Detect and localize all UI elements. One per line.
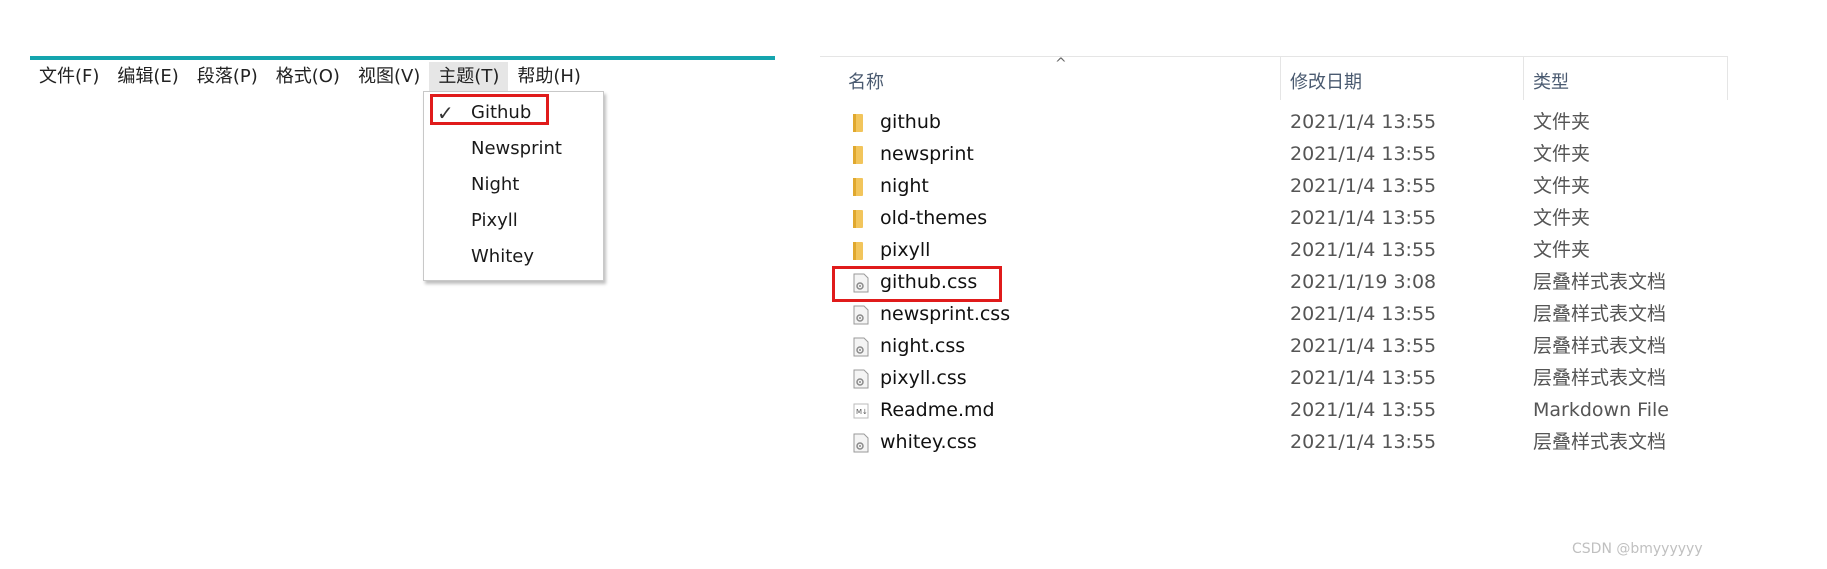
file-row[interactable]: night 2021/1/4 13:55 文件夹	[820, 170, 1728, 202]
file-row[interactable]: night.css 2021/1/4 13:55 层叠样式表文档	[820, 330, 1728, 362]
css-file-icon	[853, 433, 869, 453]
file-name: pixyll.css	[880, 367, 967, 389]
file-modified-date: 2021/1/4 13:55	[1290, 111, 1437, 133]
highlight-box-github-css	[832, 266, 1002, 302]
file-row[interactable]: whitey.css 2021/1/4 13:55 层叠样式表文档	[820, 426, 1728, 458]
column-separator[interactable]	[1523, 56, 1524, 100]
file-row[interactable]: newsprint.css 2021/1/4 13:55 层叠样式表文档	[820, 298, 1728, 330]
file-name: newsprint	[880, 143, 974, 165]
file-row[interactable]: M↓ Readme.md 2021/1/4 13:55 Markdown File	[820, 394, 1728, 426]
header-top-border	[820, 56, 1728, 57]
file-modified-date: 2021/1/4 13:55	[1290, 143, 1437, 165]
theme-item-pixyll[interactable]: Pixyll	[424, 204, 603, 238]
file-type: 文件夹	[1533, 175, 1591, 197]
file-type: 层叠样式表文档	[1533, 335, 1667, 357]
file-row[interactable]: newsprint 2021/1/4 13:55 文件夹	[820, 138, 1728, 170]
menu-theme[interactable]: 主题(T)	[429, 62, 509, 92]
sort-ascending-icon: ^	[1055, 56, 1067, 72]
folder-icon	[853, 242, 863, 260]
file-name: night	[880, 175, 929, 197]
file-row[interactable]: github 2021/1/4 13:55 文件夹	[820, 106, 1728, 138]
file-modified-date: 2021/1/4 13:55	[1290, 207, 1437, 229]
file-type: 文件夹	[1533, 207, 1591, 229]
file-type: 层叠样式表文档	[1533, 271, 1667, 293]
column-header-name[interactable]: 名称	[848, 68, 884, 94]
folder-icon	[853, 114, 863, 132]
file-name: whitey.css	[880, 431, 977, 453]
folder-icon	[853, 146, 863, 164]
theme-item-label: Pixyll	[471, 210, 518, 231]
file-row[interactable]: pixyll.css 2021/1/4 13:55 层叠样式表文档	[820, 362, 1728, 394]
theme-item-whitey[interactable]: Whitey	[424, 240, 603, 274]
file-name: pixyll	[880, 239, 931, 261]
svg-text:M↓: M↓	[856, 408, 868, 416]
file-row[interactable]: pixyll 2021/1/4 13:55 文件夹	[820, 234, 1728, 266]
file-modified-date: 2021/1/19 3:08	[1290, 271, 1437, 293]
folder-icon	[853, 178, 863, 196]
title-accent-line	[30, 56, 775, 60]
file-type: Markdown File	[1533, 399, 1669, 421]
menu-view[interactable]: 视图(V)	[349, 62, 429, 92]
highlight-box-github-theme	[430, 94, 549, 125]
file-type: 层叠样式表文档	[1533, 367, 1667, 389]
file-type: 文件夹	[1533, 111, 1591, 133]
menu-edit[interactable]: 编辑(E)	[108, 62, 187, 92]
file-explorer-list: ^ 名称 修改日期 类型 github 2021/1/4 13:55 文件夹 news…	[820, 56, 1730, 466]
folder-icon	[853, 210, 863, 228]
file-row[interactable]: old-themes 2021/1/4 13:55 文件夹	[820, 202, 1728, 234]
column-separator[interactable]	[1727, 56, 1728, 100]
menubar: 文件(F) 编辑(E) 段落(P) 格式(O) 视图(V) 主题(T) 帮助(H…	[30, 62, 590, 92]
css-file-icon	[853, 337, 869, 357]
theme-item-night[interactable]: Night	[424, 168, 603, 202]
watermark-text: CSDN @bmyyyyyy	[1572, 541, 1703, 557]
screenshot-composite: 文件(F) 编辑(E) 段落(P) 格式(O) 视图(V) 主题(T) 帮助(H…	[0, 0, 1827, 569]
file-name: Readme.md	[880, 399, 995, 421]
file-modified-date: 2021/1/4 13:55	[1290, 239, 1437, 261]
file-modified-date: 2021/1/4 13:55	[1290, 399, 1437, 421]
file-modified-date: 2021/1/4 13:55	[1290, 335, 1437, 357]
css-file-icon	[853, 369, 869, 389]
file-modified-date: 2021/1/4 13:55	[1290, 303, 1437, 325]
markdown-file-icon: M↓	[853, 403, 869, 419]
theme-item-label: Whitey	[471, 246, 534, 267]
theme-item-label: Newsprint	[471, 138, 562, 159]
file-modified-date: 2021/1/4 13:55	[1290, 367, 1437, 389]
menu-help[interactable]: 帮助(H)	[508, 62, 590, 92]
file-name: newsprint.css	[880, 303, 1011, 325]
file-name: github	[880, 111, 941, 133]
file-type: 文件夹	[1533, 239, 1591, 261]
file-type: 层叠样式表文档	[1533, 303, 1667, 325]
file-modified-date: 2021/1/4 13:55	[1290, 431, 1437, 453]
file-modified-date: 2021/1/4 13:55	[1290, 175, 1437, 197]
menu-paragraph[interactable]: 段落(P)	[188, 62, 267, 92]
file-name: night.css	[880, 335, 966, 357]
file-type: 文件夹	[1533, 143, 1591, 165]
menu-file[interactable]: 文件(F)	[30, 62, 108, 92]
theme-item-label: Night	[471, 174, 520, 195]
column-separator[interactable]	[1280, 56, 1281, 100]
column-header-date[interactable]: 修改日期	[1290, 68, 1362, 94]
menu-format[interactable]: 格式(O)	[267, 62, 349, 92]
theme-item-newsprint[interactable]: Newsprint	[424, 132, 603, 166]
file-name: old-themes	[880, 207, 988, 229]
css-file-icon	[853, 305, 869, 325]
column-header-type[interactable]: 类型	[1533, 68, 1569, 94]
file-type: 层叠样式表文档	[1533, 431, 1667, 453]
